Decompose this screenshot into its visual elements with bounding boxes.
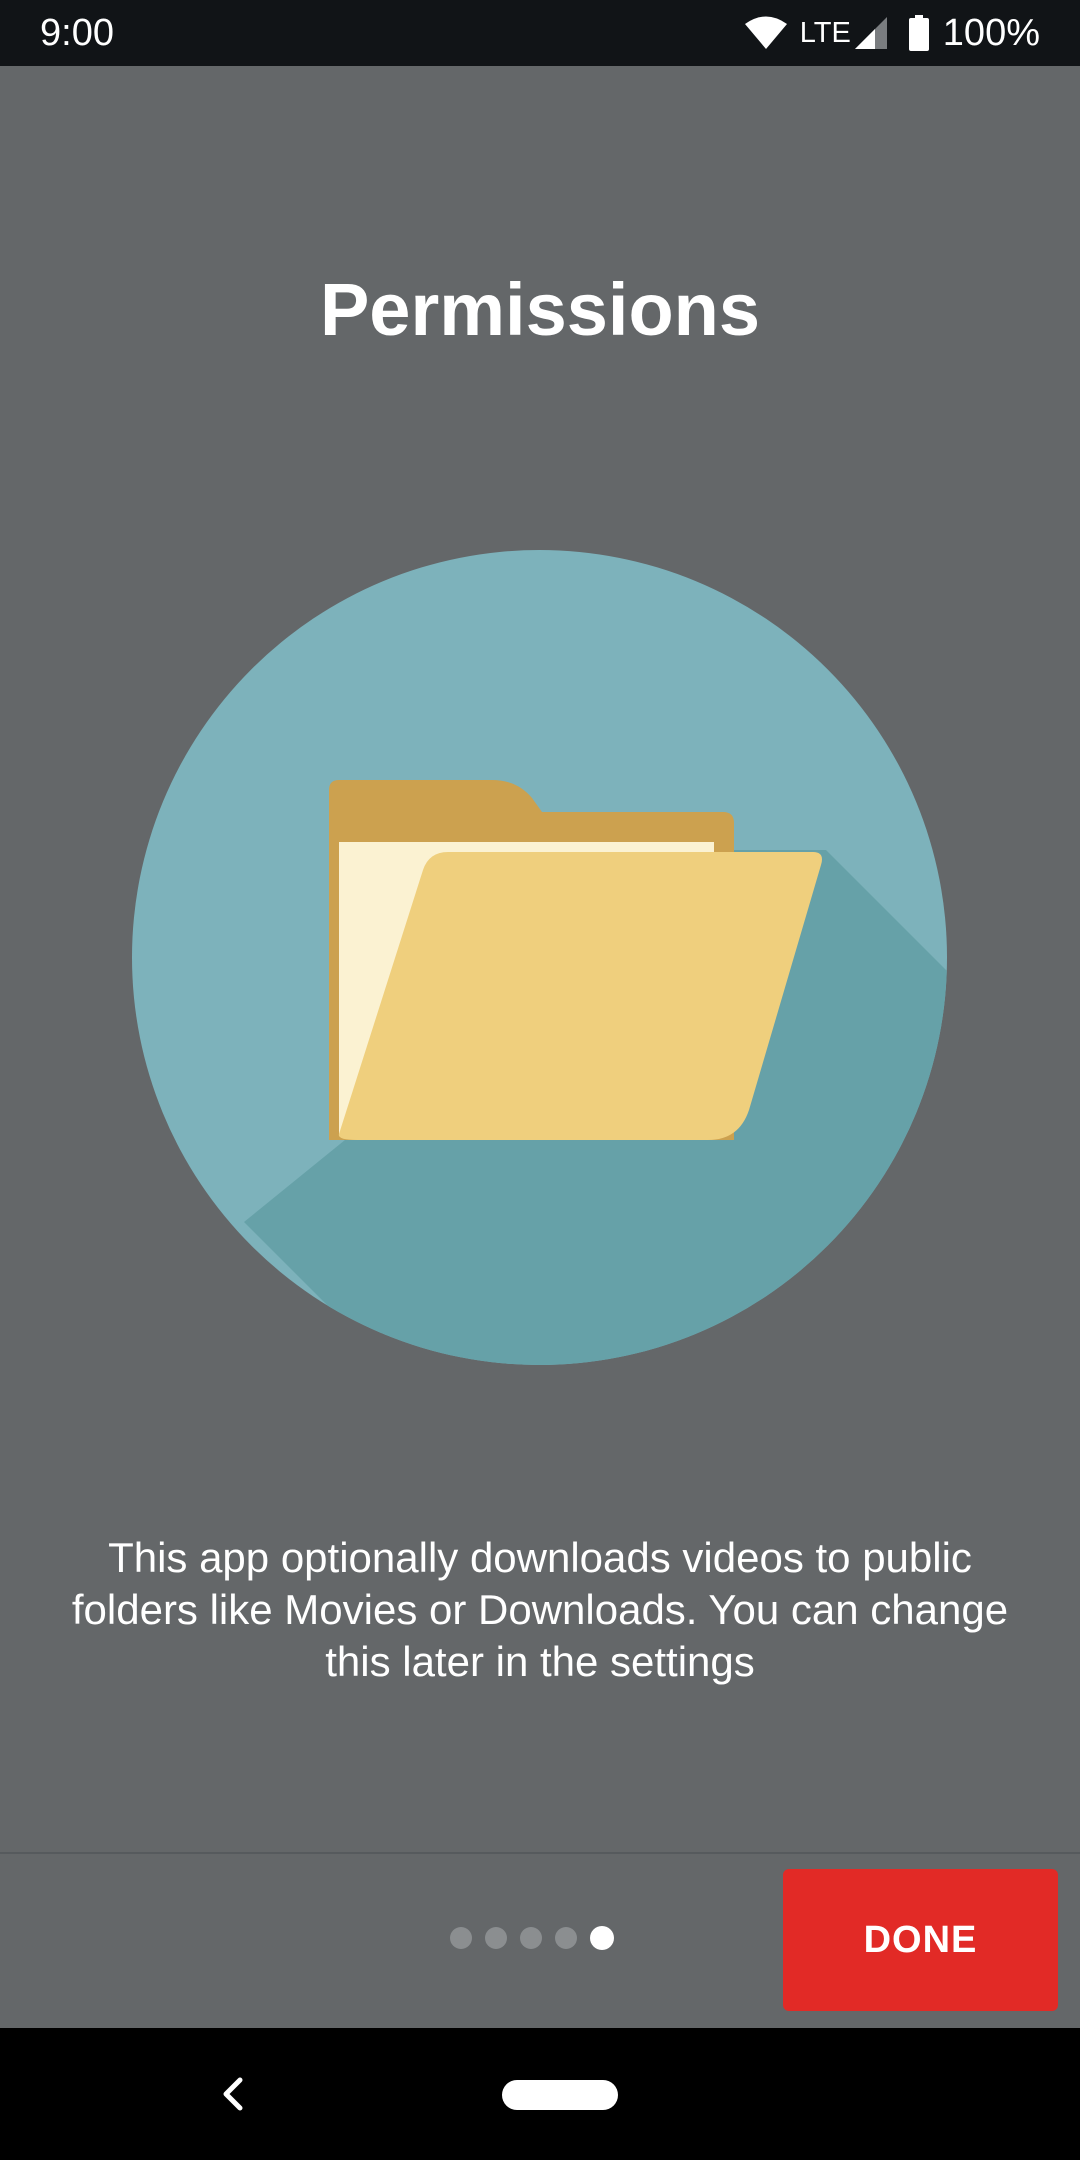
status-time: 9:00 [40, 12, 114, 54]
pager-dot-active [590, 1926, 614, 1950]
navigation-bar [0, 2028, 1080, 2160]
permissions-description: This app optionally downloads videos to … [71, 1534, 1009, 1685]
done-button[interactable]: DONE [783, 1869, 1058, 2011]
back-icon[interactable] [218, 2074, 248, 2114]
cell-signal-icon [854, 17, 887, 49]
pager-dots [450, 1926, 627, 1950]
wifi-icon [744, 16, 787, 49]
page-title: Permissions [319, 268, 761, 351]
pager-dot [520, 1927, 542, 1949]
pager-dot [555, 1927, 577, 1949]
network-type-label: LTE [799, 17, 851, 49]
footer-divider [0, 1852, 1080, 1854]
home-pill-icon[interactable] [502, 2080, 618, 2110]
battery-icon [908, 15, 929, 51]
pager-dot [485, 1927, 507, 1949]
battery-percent: 100% [942, 12, 1040, 54]
pager-dot [450, 1927, 472, 1949]
folder-icon [132, 550, 947, 1365]
status-bar: 9:00 LTE 100% [0, 0, 1080, 66]
status-indicators: LTE 100% [744, 10, 1040, 56]
